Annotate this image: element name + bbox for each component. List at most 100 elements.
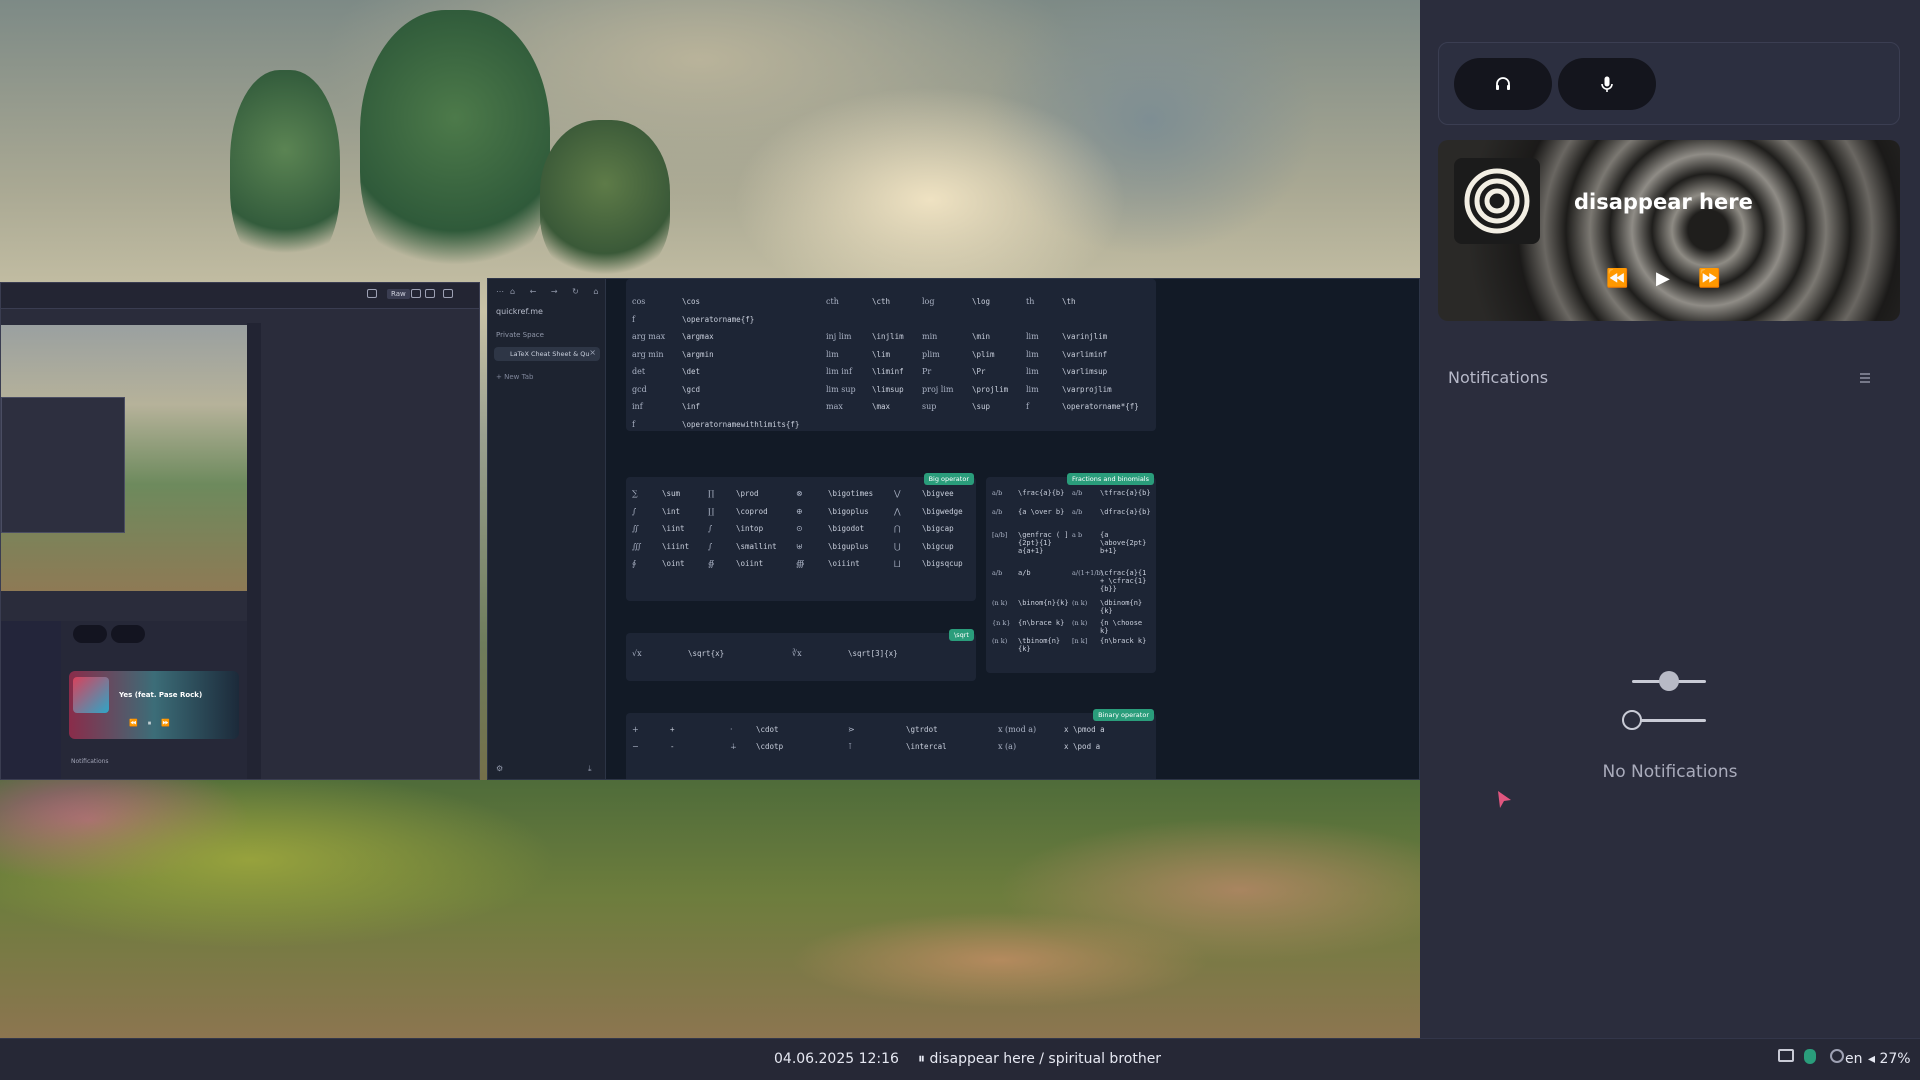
latex-command: {n\brace k} — [1018, 619, 1065, 627]
brightness-slider-knob[interactable] — [1659, 671, 1679, 691]
new-tab-button[interactable]: + New Tab — [496, 373, 533, 381]
raw-button[interactable]: Raw — [387, 289, 410, 299]
rendered-symbol: x (a) — [998, 742, 1017, 751]
rendered-symbol: {n k} — [992, 619, 1011, 627]
rendered-symbol: · — [730, 725, 733, 734]
rendered-symbol: max — [826, 402, 843, 411]
rendered-symbol: ∭ — [632, 541, 642, 551]
close-tab-icon[interactable]: × — [589, 348, 596, 357]
rendered-symbol: lim — [826, 349, 839, 359]
latex-command: \inf — [682, 402, 701, 411]
shield-icon[interactable] — [1804, 1049, 1816, 1064]
sqrt-card: \sqrt √x \sqrt{x} ∛x \sqrt[3]{x} — [626, 629, 976, 681]
download-icon[interactable] — [425, 289, 435, 298]
album-rings-icon — [1464, 168, 1530, 234]
microphone-icon — [1601, 76, 1613, 92]
network-icon[interactable] — [1830, 1049, 1844, 1063]
url-field[interactable]: quickref.me — [496, 307, 543, 316]
rendered-symbol: gcd — [632, 384, 647, 394]
rendered-symbol: arg min — [632, 349, 664, 359]
song-title: disappear here — [1574, 190, 1753, 214]
latex-command: \varliminf — [1062, 349, 1108, 359]
rendered-symbol: ∑ — [632, 489, 638, 498]
rendered-symbol: + — [632, 725, 639, 734]
latex-command: \varinjlim — [1062, 332, 1108, 341]
rendered-symbol: (n k) — [992, 637, 1008, 645]
latex-command: \dbinom{n}{k} — [1100, 599, 1143, 615]
headphones-button[interactable] — [1454, 58, 1552, 110]
mini-headphones-button[interactable] — [73, 625, 107, 643]
volume-indicator[interactable]: ◂ 27% — [1868, 1051, 1911, 1067]
binary-operator-card: Binary operator + + · \cdot ⋗ \gtrdot x (mod a… — [626, 709, 1156, 779]
latex-command: \operatorname{f} — [682, 314, 755, 324]
latex-command: \projlim — [972, 384, 1009, 394]
space-label: Private Space — [496, 331, 544, 339]
settings-icon[interactable]: ⚙ — [496, 764, 503, 773]
latex-command: \intop — [736, 524, 764, 533]
rendered-symbol: √x — [632, 649, 642, 658]
latex-command: \prod — [736, 489, 759, 498]
mini-microphone-button[interactable] — [111, 625, 145, 643]
volume-slider[interactable] — [1622, 710, 1706, 730]
latex-command: \th — [1062, 297, 1076, 306]
fractions-badge: Fractions and binomials — [1066, 473, 1154, 485]
tab-title: LaTeX Cheat Sheet & Qu — [510, 350, 590, 358]
latex-command: \varprojlim — [1062, 384, 1112, 394]
latex-command: \oint — [662, 559, 685, 568]
latex-command: \sqrt{x} — [688, 649, 725, 658]
no-notifications-text: No Notifications — [1602, 762, 1738, 782]
rendered-symbol: min — [922, 332, 938, 341]
next-button[interactable]: ⏩ — [1698, 268, 1720, 289]
latex-command: \genfrac ( ] {2pt}{1} a{a+1} — [1018, 531, 1069, 555]
clock[interactable]: 04.06.2025 12:16 — [774, 1051, 899, 1067]
rendered-symbol: arg max — [632, 332, 666, 341]
rendered-symbol: plim — [922, 349, 940, 359]
browser-nav-icons[interactable]: ⋯⌂ ← → ↻ ⌂ — [496, 287, 604, 296]
language-indicator[interactable]: en — [1845, 1051, 1863, 1067]
latex-command: \cos — [682, 297, 701, 306]
play-button[interactable]: ▶ — [1656, 268, 1670, 289]
latex-command: \det — [682, 367, 701, 376]
mini-status-line — [1, 597, 247, 611]
browser-sidebar: ⋯⌂ ← → ↻ ⌂ quickref.me Private Space LaT… — [488, 279, 606, 779]
microphone-button[interactable] — [1558, 58, 1656, 110]
pen-icon[interactable] — [443, 289, 453, 298]
rendered-symbol: th — [1026, 297, 1035, 306]
latex-command: \min — [972, 332, 991, 341]
copy-icon[interactable] — [367, 289, 377, 298]
headphones-icon — [1496, 77, 1510, 90]
rendered-symbol: lim — [1026, 332, 1039, 341]
previous-button[interactable]: ⏪ — [1606, 268, 1628, 289]
screen-icon[interactable] — [1778, 1049, 1794, 1062]
browser-window[interactable]: ⋯⌂ ← → ↻ ⌂ quickref.me Private Space LaT… — [487, 278, 1420, 780]
latex-command: \oiint — [736, 559, 764, 568]
browser-tab[interactable]: LaTeX Cheat Sheet & Qu × — [494, 347, 600, 361]
download-icon[interactable]: ⤓ — [588, 764, 592, 774]
rendered-symbol: ∔ — [730, 742, 737, 751]
mini-controls: ⏪⏸⏩ — [129, 719, 180, 727]
latex-command: x \pmod a — [1064, 725, 1105, 734]
rendered-symbol: [n k] — [1072, 637, 1088, 645]
rendered-symbol: ∫ — [708, 524, 713, 533]
big-operator-card: Big operator ∑ \sum ∏ \prod ⊗ \bigotimes ⋁ \big… — [626, 473, 976, 601]
latex-command: \lim — [872, 349, 891, 359]
latex-command: \bigoplus — [828, 506, 869, 516]
volume-slider-knob[interactable] — [1622, 710, 1642, 730]
now-playing[interactable]: ⏸ disappear here / spiritual brother — [918, 1051, 1161, 1067]
latex-command: \cdotp — [756, 742, 784, 751]
latex-command: \cdot — [756, 725, 779, 734]
rendered-symbol: lim — [1026, 367, 1039, 376]
save-icon[interactable] — [411, 289, 421, 298]
latex-command: \iint — [662, 524, 685, 533]
latex-command: \oiiint — [828, 559, 860, 568]
latex-command: {a \above{2pt} b+1} — [1100, 531, 1147, 555]
latex-command: a/b — [1018, 569, 1031, 577]
screenshot-viewer-window[interactable]: Raw Notifications Yes (feat. Pase Rock) … — [0, 282, 480, 780]
rendered-symbol: ⋂ — [894, 524, 901, 533]
latex-command: \tbinom{n}{k} — [1018, 637, 1061, 653]
latex-command: \int — [662, 506, 681, 516]
brightness-slider[interactable] — [1632, 671, 1706, 691]
clear-notifications-icon[interactable] — [1858, 372, 1872, 384]
latex-command: \argmax — [682, 332, 714, 341]
rendered-symbol: (n k) — [1072, 599, 1088, 607]
